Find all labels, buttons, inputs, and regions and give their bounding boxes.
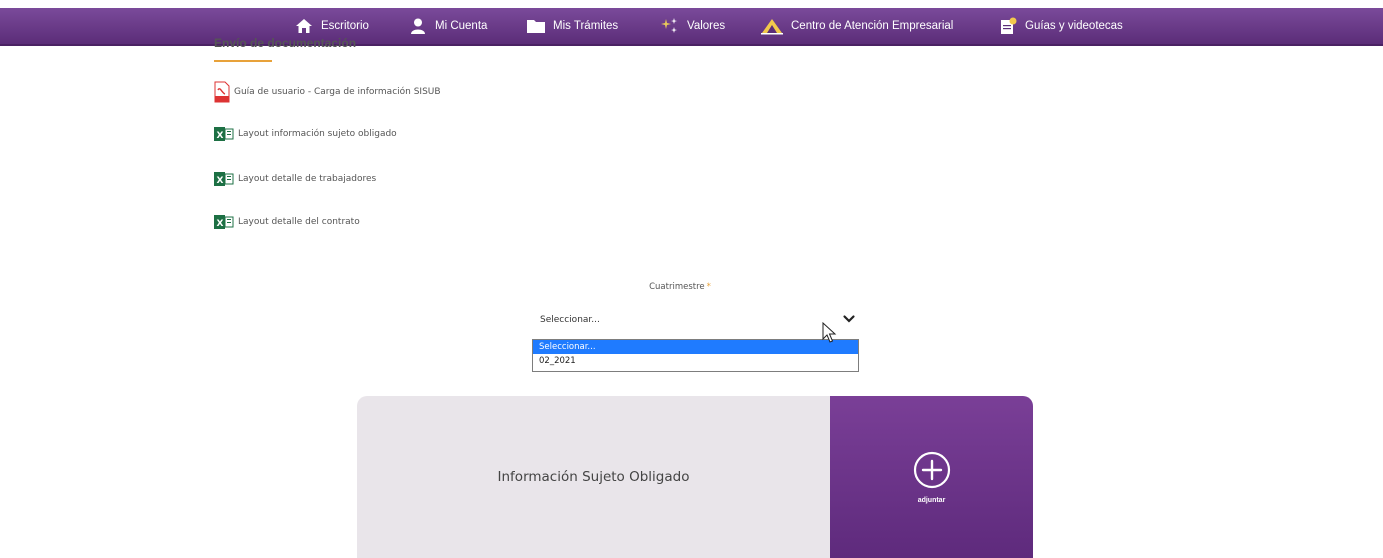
upload-card: Información Sujeto Obligado adjuntar: [357, 396, 1033, 558]
guide-icon: [998, 16, 1018, 36]
section-title: Envío de documentación: [214, 36, 357, 50]
sparkle-icon: [660, 16, 680, 36]
nav-label: Valores: [687, 20, 726, 32]
nav-label: Mis Trámites: [553, 20, 619, 32]
home-icon: [294, 16, 314, 36]
nav-label: Escritorio: [321, 20, 369, 32]
excel-icon: X: [214, 172, 234, 186]
cuatrimestre-label-text: Cuatrimestre: [649, 282, 705, 292]
cuatrimestre-dropdown-list: Seleccionar... 02_2021: [532, 339, 859, 372]
attach-button[interactable]: adjuntar: [830, 396, 1033, 558]
pdf-icon: [214, 81, 230, 103]
upload-card-info: Información Sujeto Obligado: [357, 396, 830, 558]
doc-link-label: Layout detalle de trabajadores: [238, 174, 377, 184]
required-mark: *: [706, 282, 711, 292]
mouse-cursor-icon: [822, 321, 838, 348]
section-underline: [214, 60, 272, 62]
nav-item-centro-atencion[interactable]: Centro de Atención Empresarial: [760, 8, 953, 44]
nav-label: Centro de Atención Empresarial: [791, 20, 954, 32]
doc-link-layout-contrato[interactable]: X Layout detalle del contrato: [214, 215, 360, 229]
excel-icon: X: [214, 215, 234, 229]
dropdown-option[interactable]: 02_2021: [533, 354, 858, 368]
svg-text:X: X: [217, 219, 224, 229]
svg-text:X: X: [217, 131, 224, 141]
plus-circle-icon: [913, 451, 951, 493]
doc-link-label: Layout detalle del contrato: [238, 217, 360, 227]
building-icon: [760, 16, 784, 36]
doc-link-label: Layout información sujeto obligado: [238, 129, 397, 139]
doc-link-user-guide[interactable]: Guía de usuario - Carga de información S…: [214, 81, 441, 103]
user-icon: [408, 16, 428, 36]
doc-link-layout-sujeto[interactable]: X Layout información sujeto obligado: [214, 127, 397, 141]
svg-text:X: X: [217, 176, 224, 186]
dropdown-option[interactable]: Seleccionar...: [533, 340, 858, 354]
excel-icon: X: [214, 127, 234, 141]
cuatrimestre-label: Cuatrimestre *: [620, 282, 740, 292]
chevron-down-icon[interactable]: [842, 311, 856, 330]
nav-item-valores[interactable]: Valores: [660, 8, 725, 44]
nav-label: Guías y videotecas: [1025, 20, 1123, 32]
upload-card-title: Información Sujeto Obligado: [497, 469, 690, 485]
folder-icon: [526, 16, 546, 36]
doc-link-label: Guía de usuario - Carga de información S…: [234, 87, 441, 97]
nav-item-mis-tramites[interactable]: Mis Trámites: [526, 8, 618, 44]
nav-label: Mi Cuenta: [435, 20, 488, 32]
select-current-value: Seleccionar...: [540, 315, 600, 325]
doc-link-layout-trabajadores[interactable]: X Layout detalle de trabajadores: [214, 172, 376, 186]
nav-item-mi-cuenta[interactable]: Mi Cuenta: [408, 8, 487, 44]
attach-label: adjuntar: [917, 496, 946, 504]
top-navigation-bar: Escritorio Mi Cuenta Mis Trámites Valore…: [0, 8, 1383, 46]
nav-item-guias-videotecas[interactable]: Guías y videotecas: [998, 8, 1123, 44]
cuatrimestre-select[interactable]: Seleccionar...: [532, 308, 858, 334]
